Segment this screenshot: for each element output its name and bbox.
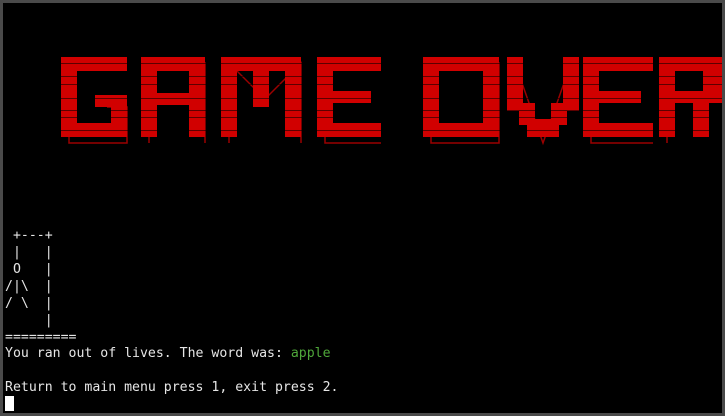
secret-word: apple — [290, 346, 331, 361]
hangman-drawing: +---+ | | O | /|\ | / \ | | ========= — [5, 228, 77, 345]
game-over-banner — [3, 43, 722, 163]
out-of-lives-message: You ran out of lives. The word was: appl… — [5, 345, 331, 362]
menu-prompt: Return to main menu press 1, exit press … — [5, 380, 339, 395]
game-over-ascii-art — [53, 57, 722, 146]
terminal-window[interactable]: +---+ | | O | /|\ | / \ | | ========= Yo… — [3, 3, 722, 413]
terminal-cursor[interactable] — [5, 396, 14, 411]
out-of-lives-text: You ran out of lives. The word was: — [5, 346, 291, 361]
